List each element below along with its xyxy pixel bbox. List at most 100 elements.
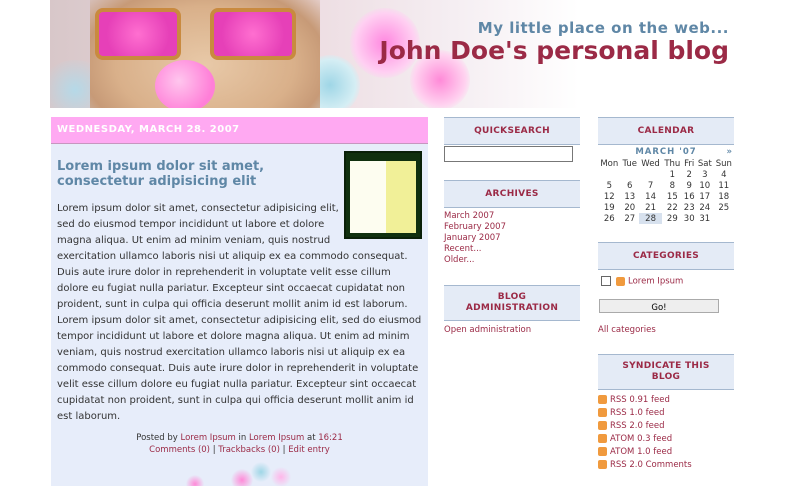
archive-link-recent[interactable]: Recent... [444,244,481,254]
xml-feed-icon[interactable] [598,395,607,404]
categories-go-button[interactable]: Go! [599,299,719,313]
at-label: at [306,433,316,443]
rss-10-feed-link[interactable]: RSS 1.0 feed [610,408,664,418]
calendar-day: 19 [603,202,615,213]
rss-20-comments-link[interactable]: RSS 2.0 Comments [610,460,692,470]
calendar-day: 18 [718,191,730,202]
rss-091-feed-link[interactable]: RSS 0.91 feed [610,395,670,405]
syndicate-heading-line1: SYNDICATE THIS [622,361,710,371]
weekday-label: Tue [622,158,637,169]
calendar-day: 12 [603,191,615,202]
calendar-week: 19 20 21 22 23 24 25 [598,202,734,213]
weekday-label: Sat [697,158,712,169]
footer-bubble [251,462,271,482]
calendar-next-month[interactable]: » [727,147,733,157]
calendar-day: 13 [624,191,636,202]
separator: | [212,445,216,455]
xml-feed-icon[interactable] [598,447,607,456]
calendar-day: 11 [718,180,730,191]
admin-heading-line2: ADMINISTRATION [465,303,559,313]
calendar-day [621,169,639,180]
categories-heading: CATEGORIES [598,242,734,270]
calendar-week: 1 2 3 4 [598,169,734,180]
calendar-day-today[interactable]: 28 [638,213,663,224]
calendar-day [714,213,734,224]
calendar-week: 5 6 7 8 9 10 11 [598,180,734,191]
bubblegum-bubble [155,60,215,108]
archive-link-february-2007[interactable]: February 2007 [444,222,506,232]
syndicate-heading: SYNDICATE THIS BLOG [598,354,734,390]
post-actions: Comments (0) | Trackbacks (0) | Edit ent… [51,445,428,455]
calendar-day: 7 [647,180,654,191]
weekday-label: Thu [664,158,681,169]
category-checkbox[interactable] [601,276,611,286]
footer-bubble [271,467,291,486]
xml-feed-icon[interactable] [598,421,607,430]
blog-tagline: My little place on the web... [477,19,729,37]
glasses-left-lens [95,8,181,60]
xml-feed-icon[interactable] [598,408,607,417]
xml-feed-icon[interactable] [598,434,607,443]
calendar-day: 23 [683,202,695,213]
edit-entry-link[interactable]: Edit entry [288,445,330,455]
calendar-day: 27 [624,213,636,224]
main-content: WEDNESDAY, MARCH 28. 2007 Lorem ipsum do… [51,117,428,486]
calendar-day: 29 [666,213,678,224]
calendar-day: 30 [683,213,695,224]
post-date: WEDNESDAY, MARCH 28. 2007 [51,117,428,144]
thumbnail-text-wrap [345,201,425,237]
all-categories-link[interactable]: All categories [598,325,656,335]
atom-03-feed-link[interactable]: ATOM 0.3 feed [610,434,672,444]
rss-feed-icon[interactable] [616,276,625,286]
syndicate-heading-line2: BLOG [651,372,681,382]
footer-bubble [186,475,204,486]
open-administration-link[interactable]: Open administration [444,325,531,335]
feed-item: ATOM 1.0 feed [598,447,672,457]
blog-title[interactable]: John Doe's personal blog [379,36,729,65]
calendar-day: 4 [721,169,727,180]
author-link[interactable]: Lorem Ipsum [181,433,236,443]
calendar-grid: Mon Tue Wed Thu Fri Sat Sun 1 2 3 4 5 6 … [598,158,734,224]
blog-header: My little place on the web... John Doe's… [50,0,785,108]
calendar-day: 22 [666,202,678,213]
category-link-lorem-ipsum[interactable]: Lorem Ipsum [628,277,683,287]
weekday-label: Wed [641,158,660,169]
calendar-day: 17 [699,191,711,202]
post-title[interactable]: Lorem ipsum dolor sit amet, consectetur … [57,159,337,189]
footer-bubble [231,469,253,486]
rss-20-feed-link[interactable]: RSS 2.0 feed [610,421,664,431]
xml-feed-icon[interactable] [598,460,607,469]
calendar-week: 12 13 14 15 16 17 18 [598,191,734,202]
calendar-day: 9 [686,180,692,191]
comments-link[interactable]: Comments (0) [149,445,210,455]
archive-link-january-2007[interactable]: January 2007 [444,233,501,243]
calendar-heading: CALENDAR [598,117,734,145]
weekday-label: Sun [715,158,732,169]
calendar-day [598,169,621,180]
admin-heading: BLOG ADMINISTRATION [444,285,580,321]
archive-link-march-2007[interactable]: March 2007 [444,211,494,221]
in-label: in [238,433,247,443]
glasses-right-lens [210,8,296,60]
calendar-day: 16 [683,191,695,202]
weekday-label: Mon [600,158,619,169]
calendar-month: MARCH '07 [635,147,697,157]
search-input[interactable] [444,146,573,162]
archive-link-older[interactable]: Older... [444,255,475,265]
time-link[interactable]: 16:21 [318,433,343,443]
category-link[interactable]: Lorem Ipsum [249,433,304,443]
calendar-week: 26 27 28 29 30 31 [598,213,734,224]
weekday-label: Fri [684,158,695,169]
archives-heading: ARCHIVES [444,180,580,208]
calendar-day: 14 [645,191,656,202]
calendar-day: 2 [686,169,692,180]
trackbacks-link[interactable]: Trackbacks (0) [218,445,280,455]
calendar-day: 10 [699,180,711,191]
admin-heading-line1: BLOG [497,292,527,302]
calendar-day: 5 [606,180,612,191]
calendar-day: 24 [699,202,711,213]
feed-item: ATOM 0.3 feed [598,434,672,444]
post-meta: Posted by Lorem Ipsum in Lorem Ipsum at … [51,433,428,443]
calendar: MARCH '07 » Mon Tue Wed Thu Fri Sat Sun … [598,147,734,224]
atom-10-feed-link[interactable]: ATOM 1.0 feed [610,447,672,457]
